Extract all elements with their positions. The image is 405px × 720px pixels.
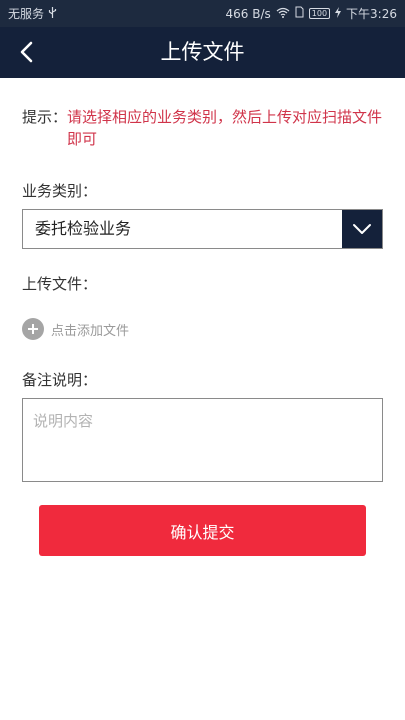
business-type-select[interactable]: 委托检验业务: [22, 209, 383, 249]
add-file-button[interactable]: 点击添加文件: [22, 318, 129, 340]
time-text: 下午3:26: [346, 7, 397, 21]
nav-bar: 上传文件: [0, 27, 405, 78]
hint-message: 提示： 请选择相应的业务类别，然后上传对应扫描文件即可: [22, 106, 384, 150]
battery-indicator: 100: [308, 8, 331, 19]
status-bar: 无服务 466 B/s 100 下午3:26: [0, 0, 405, 27]
dropdown-button[interactable]: [342, 210, 382, 248]
wifi-icon: [276, 7, 290, 21]
page-title: 上传文件: [160, 40, 245, 64]
add-file-text: 点击添加文件: [51, 323, 130, 339]
net-speed-text: 466 B/s: [225, 6, 271, 21]
sim-icon: [295, 6, 304, 21]
chevron-left-icon: [20, 41, 33, 63]
usb-icon: [48, 6, 57, 21]
add-circle-icon: [22, 318, 44, 340]
charging-icon: [335, 6, 342, 21]
remark-label: 备注说明：: [22, 371, 98, 389]
hint-text: 请选择相应的业务类别，然后上传对应扫描文件即可: [67, 108, 383, 148]
carrier-text: 无服务: [8, 7, 45, 21]
remark-textarea[interactable]: [22, 398, 383, 482]
upload-label: 上传文件：: [22, 275, 98, 293]
submit-button[interactable]: 确认提交: [39, 505, 366, 556]
business-type-label: 业务类别：: [22, 182, 98, 200]
chevron-down-icon: [353, 224, 371, 234]
hint-label: 提示：: [22, 108, 68, 126]
business-type-value: 委托检验业务: [35, 219, 132, 238]
back-button[interactable]: [10, 36, 42, 68]
